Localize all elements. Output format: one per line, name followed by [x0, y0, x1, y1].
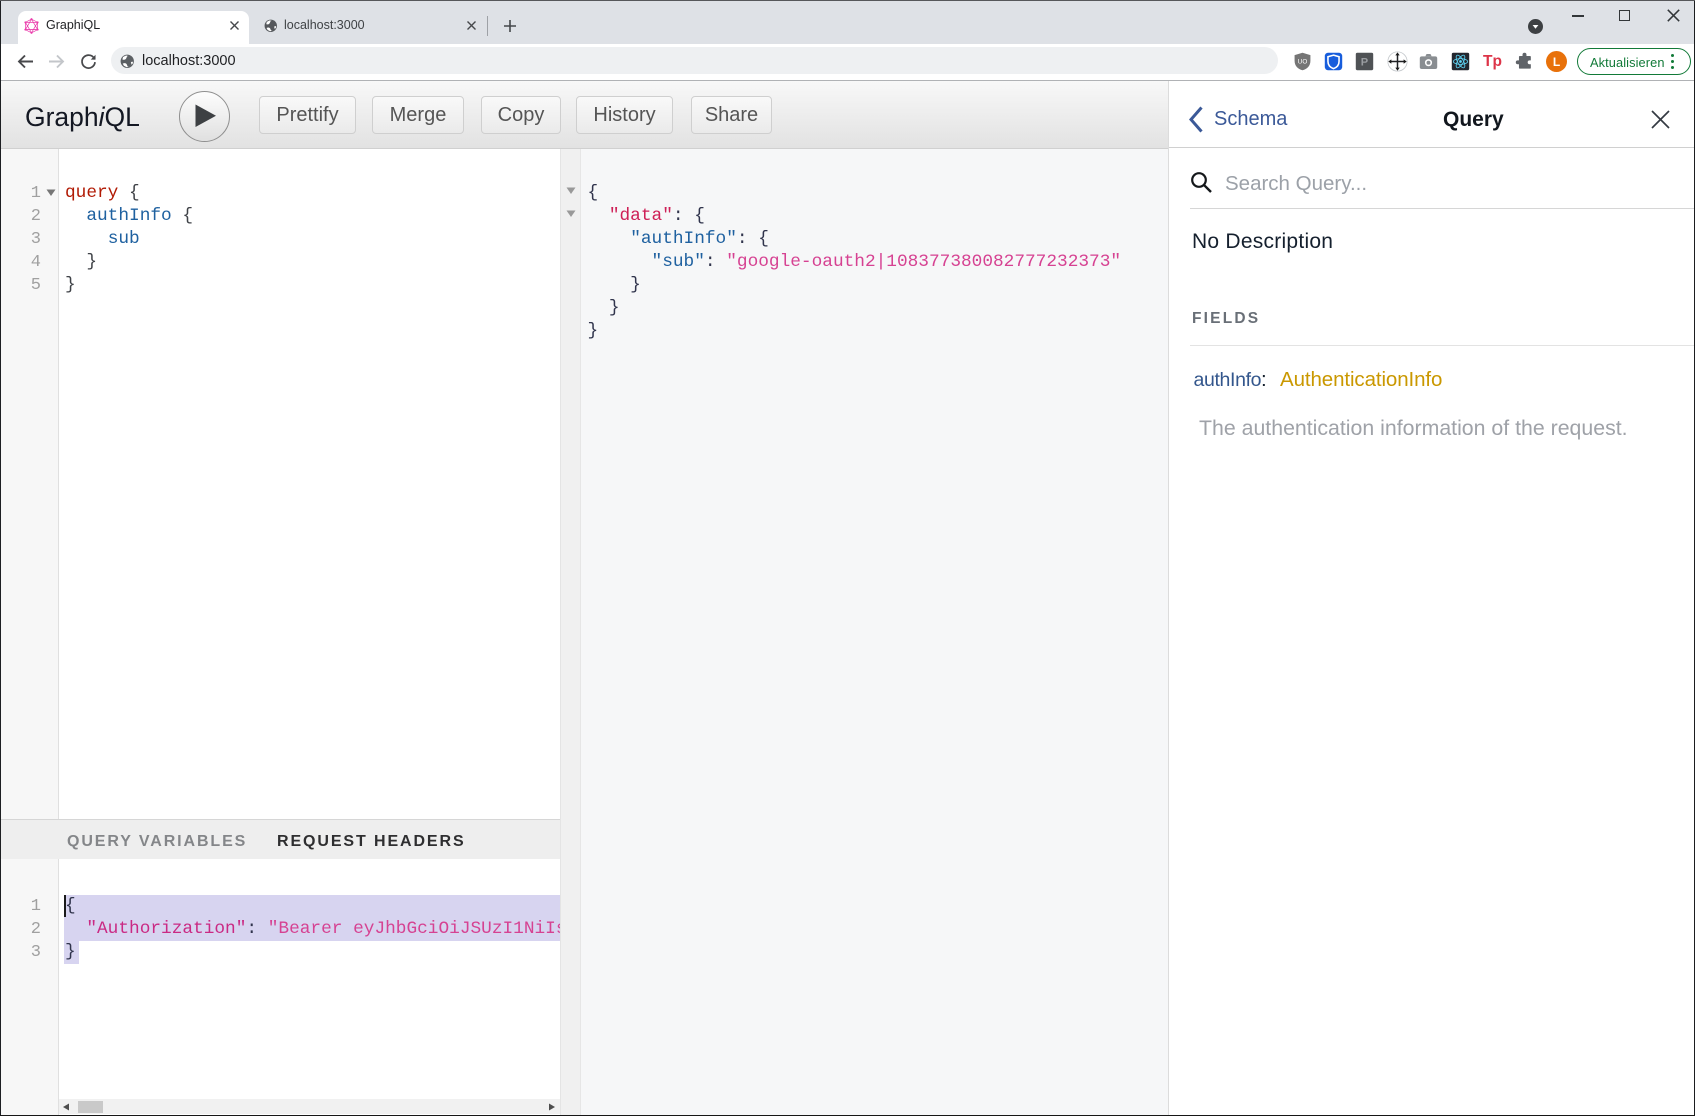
svg-text:P: P	[1361, 56, 1369, 68]
svg-text:UO: UO	[1298, 58, 1308, 65]
